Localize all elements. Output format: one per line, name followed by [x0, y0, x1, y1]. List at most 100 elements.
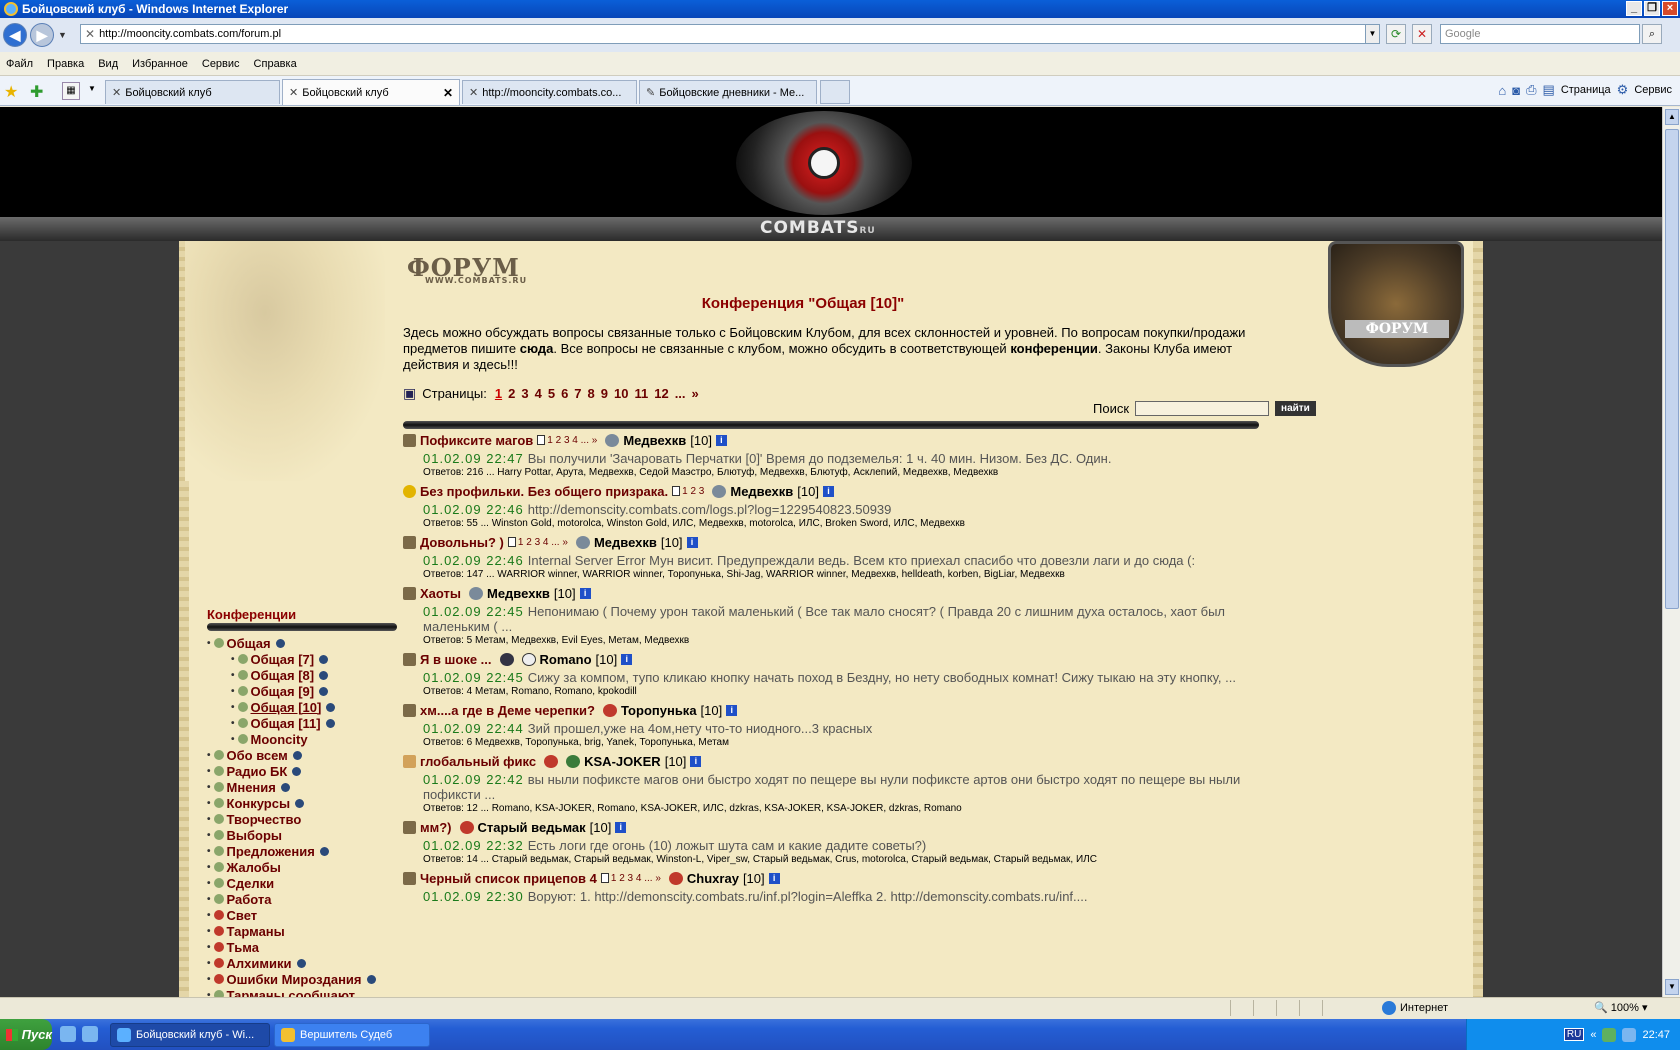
start-button[interactable]: Пуск: [0, 1019, 52, 1050]
tray-expand-icon[interactable]: «: [1590, 1029, 1596, 1041]
conference-item[interactable]: • Выборы: [207, 827, 407, 843]
tab-4[interactable]: ✎ Бойцовские дневники - Ме...: [639, 80, 817, 104]
menu-file[interactable]: Файл: [6, 58, 33, 70]
tools-menu[interactable]: Сервис: [1634, 84, 1672, 96]
tab-list-dropdown-icon[interactable]: ▼: [88, 84, 96, 93]
thread-title[interactable]: Я в шоке ...: [420, 652, 492, 667]
search-input[interactable]: Google: [1440, 24, 1640, 44]
conference-item[interactable]: • Конкурсы: [207, 795, 407, 811]
thread-author[interactable]: Медвехкв: [623, 433, 686, 448]
menu-view[interactable]: Вид: [98, 58, 118, 70]
scroll-up-icon[interactable]: ▲: [1665, 109, 1679, 125]
author-info-icon[interactable]: i: [715, 435, 727, 446]
conference-item[interactable]: • Свет: [207, 907, 407, 923]
volume-icon[interactable]: [1622, 1027, 1637, 1042]
thread-pages[interactable]: 1 2 3: [672, 486, 704, 497]
thread-pages[interactable]: 1 2 3 4 ... »: [507, 537, 568, 548]
menu-edit[interactable]: Правка: [47, 58, 84, 70]
task-folder-window[interactable]: Вершитель Судеб: [274, 1023, 430, 1047]
vertical-scrollbar[interactable]: ▲ ▼: [1662, 107, 1680, 997]
forum-search-button[interactable]: найти: [1275, 401, 1316, 416]
conference-item[interactable]: • Алхимики: [207, 955, 407, 971]
page-link-more[interactable]: ...: [675, 386, 686, 401]
menu-help[interactable]: Справка: [254, 58, 297, 70]
thread-title[interactable]: Без профильки. Без общего призрака.: [420, 484, 668, 499]
conference-item[interactable]: • Тарманы: [207, 923, 407, 939]
conference-item[interactable]: • Общая [10]: [207, 699, 407, 715]
language-indicator[interactable]: RU: [1563, 1028, 1585, 1041]
thread-title[interactable]: мм?): [420, 820, 452, 835]
author-info-icon[interactable]: i: [768, 873, 780, 884]
page-link-5[interactable]: 5: [548, 386, 555, 401]
author-info-icon[interactable]: i: [726, 705, 738, 716]
conference-item[interactable]: • Mooncity: [207, 731, 407, 747]
conference-item[interactable]: • Творчество: [207, 811, 407, 827]
refresh-button[interactable]: ⟳: [1386, 24, 1406, 44]
conference-item[interactable]: • Предложения: [207, 843, 407, 859]
thread-author[interactable]: Chuxray: [687, 871, 739, 886]
network-icon[interactable]: [1602, 1027, 1617, 1042]
ie-quicklaunch-icon[interactable]: [60, 1026, 76, 1042]
thread-title[interactable]: глобальный фикс: [420, 754, 536, 769]
author-info-icon[interactable]: i: [615, 822, 627, 833]
thread-author[interactable]: Медвехкв: [730, 484, 793, 499]
thread-author[interactable]: KSA-JOKER: [584, 754, 661, 769]
conference-item[interactable]: • Мнения: [207, 779, 407, 795]
stop-button[interactable]: ✕: [1412, 24, 1432, 44]
page-link-8[interactable]: 8: [588, 386, 595, 401]
maximize-button[interactable]: ❐: [1644, 1, 1660, 16]
thread-author[interactable]: Старый ведьмак: [478, 820, 586, 835]
feeds-icon[interactable]: ◙: [1512, 83, 1520, 98]
close-tab-icon[interactable]: ✕: [443, 86, 453, 100]
intro-link-here[interactable]: сюда: [520, 341, 554, 356]
conference-item[interactable]: • Радио БК: [207, 763, 407, 779]
close-window-button[interactable]: ×: [1662, 1, 1678, 16]
author-info-icon[interactable]: i: [579, 588, 591, 599]
page-link-4[interactable]: 4: [535, 386, 542, 401]
thread-author[interactable]: Romano: [540, 652, 592, 667]
forum-search-input[interactable]: [1135, 401, 1270, 416]
address-dropdown-icon[interactable]: ▼: [1365, 25, 1379, 43]
print-icon[interactable]: ⎙: [1526, 82, 1536, 98]
scroll-down-icon[interactable]: ▼: [1665, 979, 1679, 995]
thread-author[interactable]: Торопунька: [621, 703, 697, 718]
conference-item[interactable]: • Тарманы сообщают: [207, 987, 407, 997]
page-menu[interactable]: Страница: [1561, 84, 1611, 96]
author-info-icon[interactable]: i: [690, 756, 702, 767]
thread-pages[interactable]: 1 2 3 4 ... »: [600, 873, 661, 884]
scroll-thumb[interactable]: [1665, 129, 1679, 609]
history-dropdown-icon[interactable]: ▼: [58, 30, 67, 40]
conference-item[interactable]: • Обо всем: [207, 747, 407, 763]
favorites-star-icon[interactable]: ★: [4, 82, 18, 102]
thread-title[interactable]: Пофиксите магов: [420, 433, 533, 448]
back-button[interactable]: ◀: [3, 23, 27, 47]
home-icon[interactable]: ⌂: [1498, 83, 1506, 98]
tab-1[interactable]: ✕ Бойцовский клуб: [105, 80, 280, 104]
page-link-1[interactable]: 1: [495, 386, 502, 401]
desktop-quicklaunch-icon[interactable]: [82, 1026, 98, 1042]
page-link-2[interactable]: 2: [508, 386, 515, 401]
forum-logo[interactable]: ФОРУМ WWW.COMBATS.RU: [407, 253, 527, 285]
zoom-level[interactable]: 🔍 100% ▾: [1594, 1001, 1647, 1014]
conference-item[interactable]: • Общая: [207, 635, 407, 651]
tab-3[interactable]: ✕ http://mooncity.combats.co...: [462, 80, 637, 104]
author-info-icon[interactable]: i: [621, 654, 633, 665]
author-info-icon[interactable]: i: [822, 486, 834, 497]
tab-2-active[interactable]: ✕ Бойцовский клуб ✕: [282, 79, 460, 105]
thread-title[interactable]: Хаоты: [420, 586, 461, 601]
conference-item[interactable]: • Общая [8]: [207, 667, 407, 683]
page-link-7[interactable]: 7: [574, 386, 581, 401]
page-link-10[interactable]: 10: [614, 386, 628, 401]
quick-tabs-icon[interactable]: ▦: [62, 82, 80, 100]
new-tab-button[interactable]: [820, 80, 850, 104]
menu-tools[interactable]: Сервис: [202, 58, 240, 70]
page-link-3[interactable]: 3: [521, 386, 528, 401]
search-icon[interactable]: ⌕: [1642, 24, 1662, 44]
address-bar[interactable]: ✕ http://mooncity.combats.com/forum.pl ▼: [80, 24, 1380, 44]
page-link-next[interactable]: »: [692, 386, 699, 401]
thread-author[interactable]: Медвехкв: [487, 586, 550, 601]
forward-button[interactable]: ▶: [30, 23, 54, 47]
conference-item[interactable]: • Ошибки Мироздания: [207, 971, 407, 987]
thread-pages[interactable]: 1 2 3 4 ... »: [537, 435, 597, 446]
conference-item[interactable]: • Работа: [207, 891, 407, 907]
